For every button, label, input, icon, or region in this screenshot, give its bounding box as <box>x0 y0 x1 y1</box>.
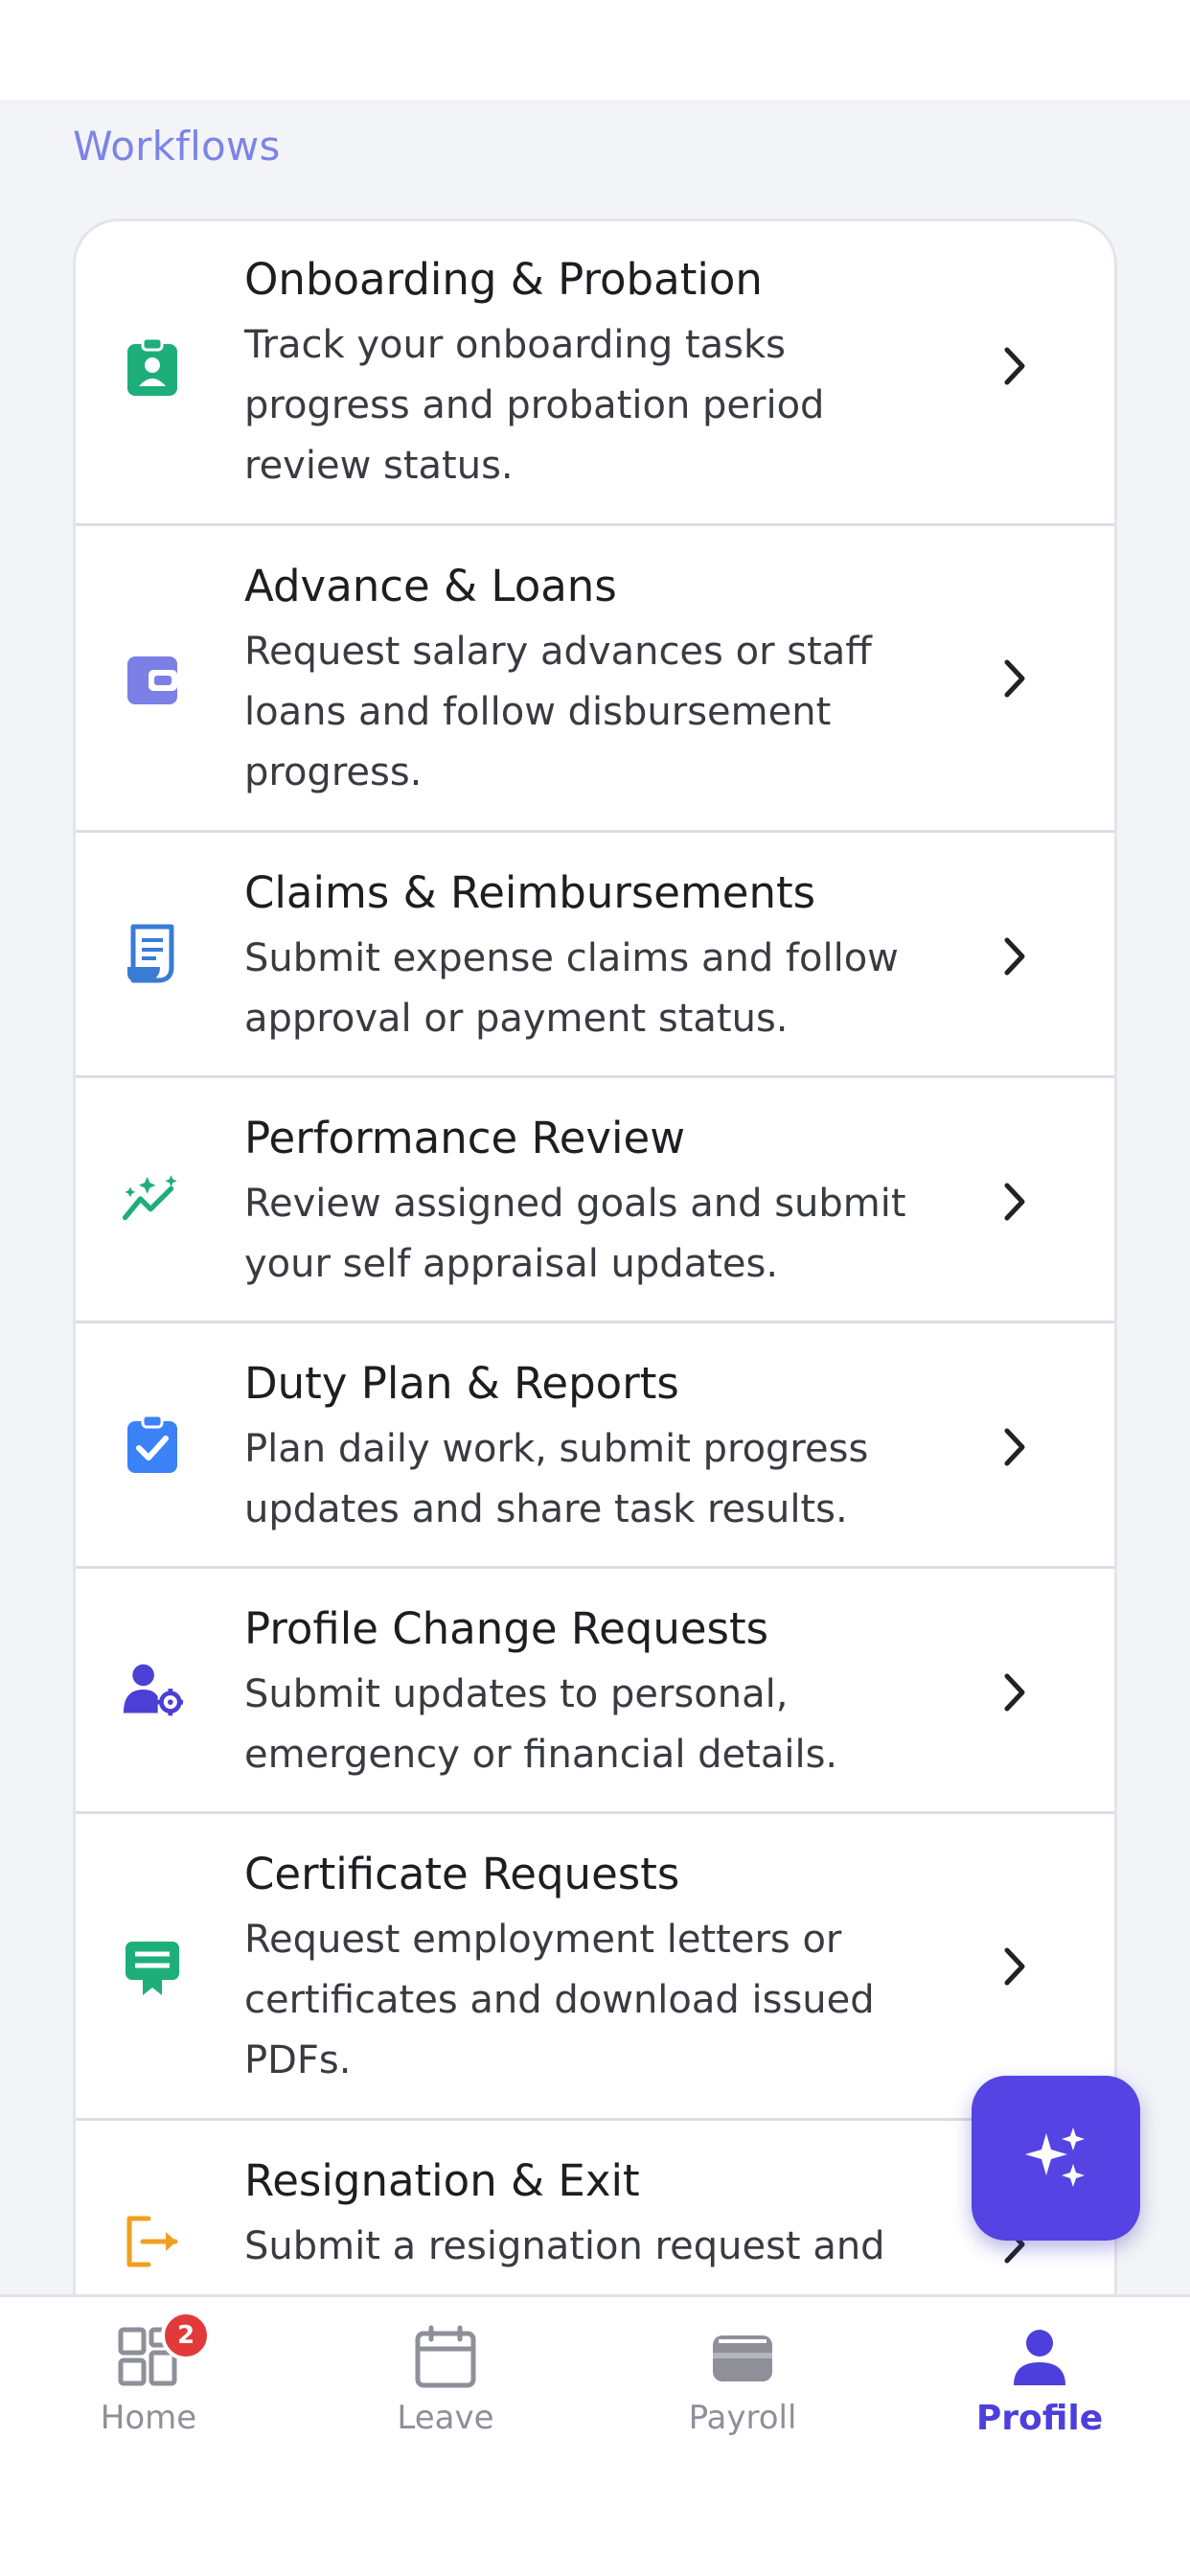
exit-icon <box>122 2211 183 2272</box>
workflow-item-profile-change[interactable]: Profile Change Requests Submit updates t… <box>76 1569 1114 1814</box>
workflow-description: Request employment letters or certificat… <box>244 1918 875 2082</box>
tab-leave[interactable]: Leave <box>297 2297 594 2479</box>
clipboard-user-icon <box>122 336 183 398</box>
wallet-icon <box>713 2335 772 2381</box>
tab-label: Profile <box>975 2399 1104 2438</box>
workflow-description: Submit expense claims and follow approva… <box>244 936 899 1041</box>
workflow-description: Review assigned goals and submit your se… <box>244 1182 906 1286</box>
workflow-title: Certificate Requests <box>244 1849 680 1899</box>
tab-label: Home <box>100 2399 197 2437</box>
workflow-description: Track your onboarding tasks progress and… <box>244 323 825 488</box>
chevron-right-icon <box>1004 1673 1025 1712</box>
chevron-right-icon <box>1004 1183 1025 1221</box>
bottom-tab-bar: 2 Home Leave Payroll Profile <box>0 2294 1190 2476</box>
workflow-title: Performance Review <box>244 1113 686 1163</box>
workflow-title: Duty Plan & Reports <box>244 1358 679 1409</box>
user-icon <box>1014 2330 1065 2385</box>
workflow-description: Submit a resignation request and <box>244 2224 885 2268</box>
workflow-item-performance[interactable]: Performance Review Review assigned goals… <box>76 1078 1114 1323</box>
workflow-title: Onboarding & Probation <box>244 254 763 305</box>
chevron-right-icon <box>1004 347 1025 385</box>
sparkle-trend-icon <box>122 1168 183 1230</box>
workflow-description: Plan daily work, submit progress updates… <box>244 1427 869 1531</box>
workflow-title: Resignation & Exit <box>244 2155 640 2206</box>
workflow-item-certificate[interactable]: Certificate Requests Request employment … <box>76 1814 1114 2121</box>
workflows-list: Onboarding & Probation Track your onboar… <box>73 218 1117 2294</box>
user-gear-icon <box>122 1659 183 1720</box>
ai-assistant-button[interactable] <box>972 2076 1140 2241</box>
clipboard-check-icon <box>122 1414 183 1475</box>
wallet-icon <box>122 649 183 710</box>
workflow-item-advance-loans[interactable]: Advance & Loans Request salary advances … <box>76 526 1114 833</box>
workflow-item-resignation[interactable]: Resignation & Exit Submit a resignation … <box>76 2121 1114 2294</box>
sparkles-icon <box>1025 2128 1085 2187</box>
workflow-title: Profile Change Requests <box>244 1603 769 1654</box>
workflow-item-onboarding[interactable]: Onboarding & Probation Track your onboar… <box>76 221 1114 526</box>
workflow-description: Request salary advances or staff loans a… <box>244 630 872 794</box>
notification-badge: 2 <box>161 2311 211 2360</box>
section-title: Workflows <box>73 123 281 170</box>
chevron-right-icon <box>1004 659 1025 698</box>
tab-payroll[interactable]: Payroll <box>594 2297 891 2479</box>
receipt-icon <box>122 923 183 984</box>
tab-profile[interactable]: Profile <box>891 2297 1188 2479</box>
chevron-right-icon <box>1004 1947 1025 1986</box>
chevron-right-icon <box>1004 937 1025 976</box>
workflow-title: Claims & Reimbursements <box>244 867 816 918</box>
workflows-screen: Workflows Onboarding & Probation Track y… <box>0 100 1190 2294</box>
workflow-item-claims[interactable]: Claims & Reimbursements Submit expense c… <box>76 833 1114 1078</box>
tab-label: Payroll <box>688 2399 797 2437</box>
tab-home[interactable]: 2 Home <box>0 2297 297 2479</box>
workflow-title: Advance & Loans <box>244 561 617 611</box>
workflow-description: Submit updates to personal, emergency or… <box>244 1672 838 1777</box>
calendar-icon <box>415 2325 476 2388</box>
tab-label: Leave <box>397 2399 494 2437</box>
certificate-icon <box>122 1937 183 1998</box>
workflow-item-duty-plan[interactable]: Duty Plan & Reports Plan daily work, sub… <box>76 1323 1114 1569</box>
chevron-right-icon <box>1004 1428 1025 1466</box>
